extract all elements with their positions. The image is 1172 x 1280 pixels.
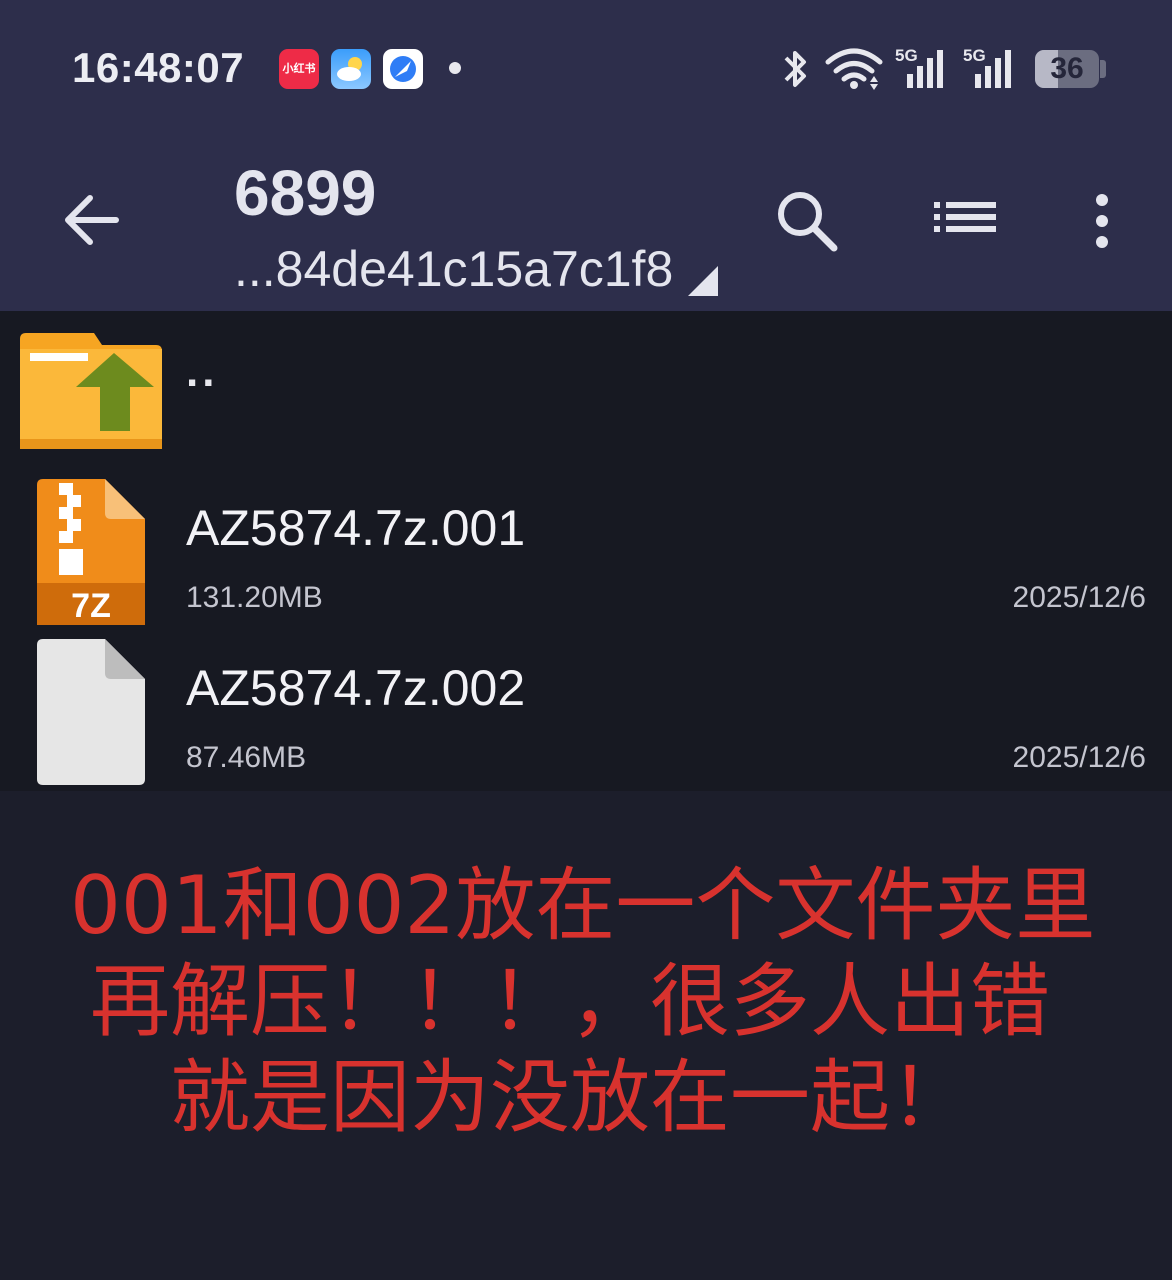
network-type-2: 5G [963,46,986,65]
list-item-file[interactable]: AZ5874.7z.002 87.46MB 2025/12/6 [0,633,1172,791]
7z-archive-icon: 7Z [37,479,145,625]
weather-app-icon [331,49,371,89]
list-item-parent-folder[interactable]: .. [0,311,1172,469]
more-options-button[interactable] [1082,188,1122,254]
path-dropdown[interactable]: ...84de41c15a7c1f8 [234,238,724,302]
battery-nub [1100,60,1106,78]
cellular-signal-1-icon: 5G [894,44,954,95]
battery-level: 36 [1050,52,1084,85]
view-mode-button[interactable] [930,196,1000,246]
file-name: AZ5874.7z.002 [186,660,526,716]
notice-line-3: 就是因为没放在一起！ [170,1051,970,1144]
list-view-icon [934,202,996,232]
search-button[interactable] [772,186,844,256]
search-icon [778,192,838,252]
bluetooth-icon [784,51,806,87]
more-vertical-icon [1096,194,1108,248]
list-item-file[interactable]: 7Z AZ5874.7z.001 131.20MB 2025/12/6 [0,473,1172,631]
notification-dot [449,62,461,74]
file-list: .. 7Z AZ5874.7z.001 131.20MB 2025/12/6 A… [0,311,1172,791]
generic-file-icon [37,639,145,785]
xiaohongshu-app-icon: 小红书 [279,49,319,89]
notice-line-2: 再解压！！！，很多人出错 [90,955,1050,1048]
file-size: 87.46MB [186,741,307,774]
browser-app-icon [383,49,423,89]
back-button[interactable] [56,185,126,255]
cellular-signal-2-icon: 5G [962,44,1022,95]
status-time: 16:48:07 [72,44,245,91]
7z-icon-label: 7Z [71,587,111,625]
file-name: AZ5874.7z.001 [186,500,526,556]
wifi-icon [825,48,883,90]
file-date: 2025/12/6 [1012,741,1146,774]
battery-icon: 36 [1035,50,1099,88]
file-date: 2025/12/6 [1012,581,1146,614]
parent-folder-label: .. [186,347,219,396]
status-bar: 16:48:07 小红书 5G 5G 36 [0,0,1172,135]
notice-line-1: 001和002放在一个文件夹里 [70,859,1096,952]
folder-up-icon [20,333,162,449]
folder-path: ...84de41c15a7c1f8 [234,241,674,297]
network-type-1: 5G [895,46,918,65]
arrow-left-icon [65,195,119,245]
dropdown-corner-icon [688,266,718,296]
file-size: 131.20MB [186,581,323,614]
folder-title: 6899 [234,157,377,229]
